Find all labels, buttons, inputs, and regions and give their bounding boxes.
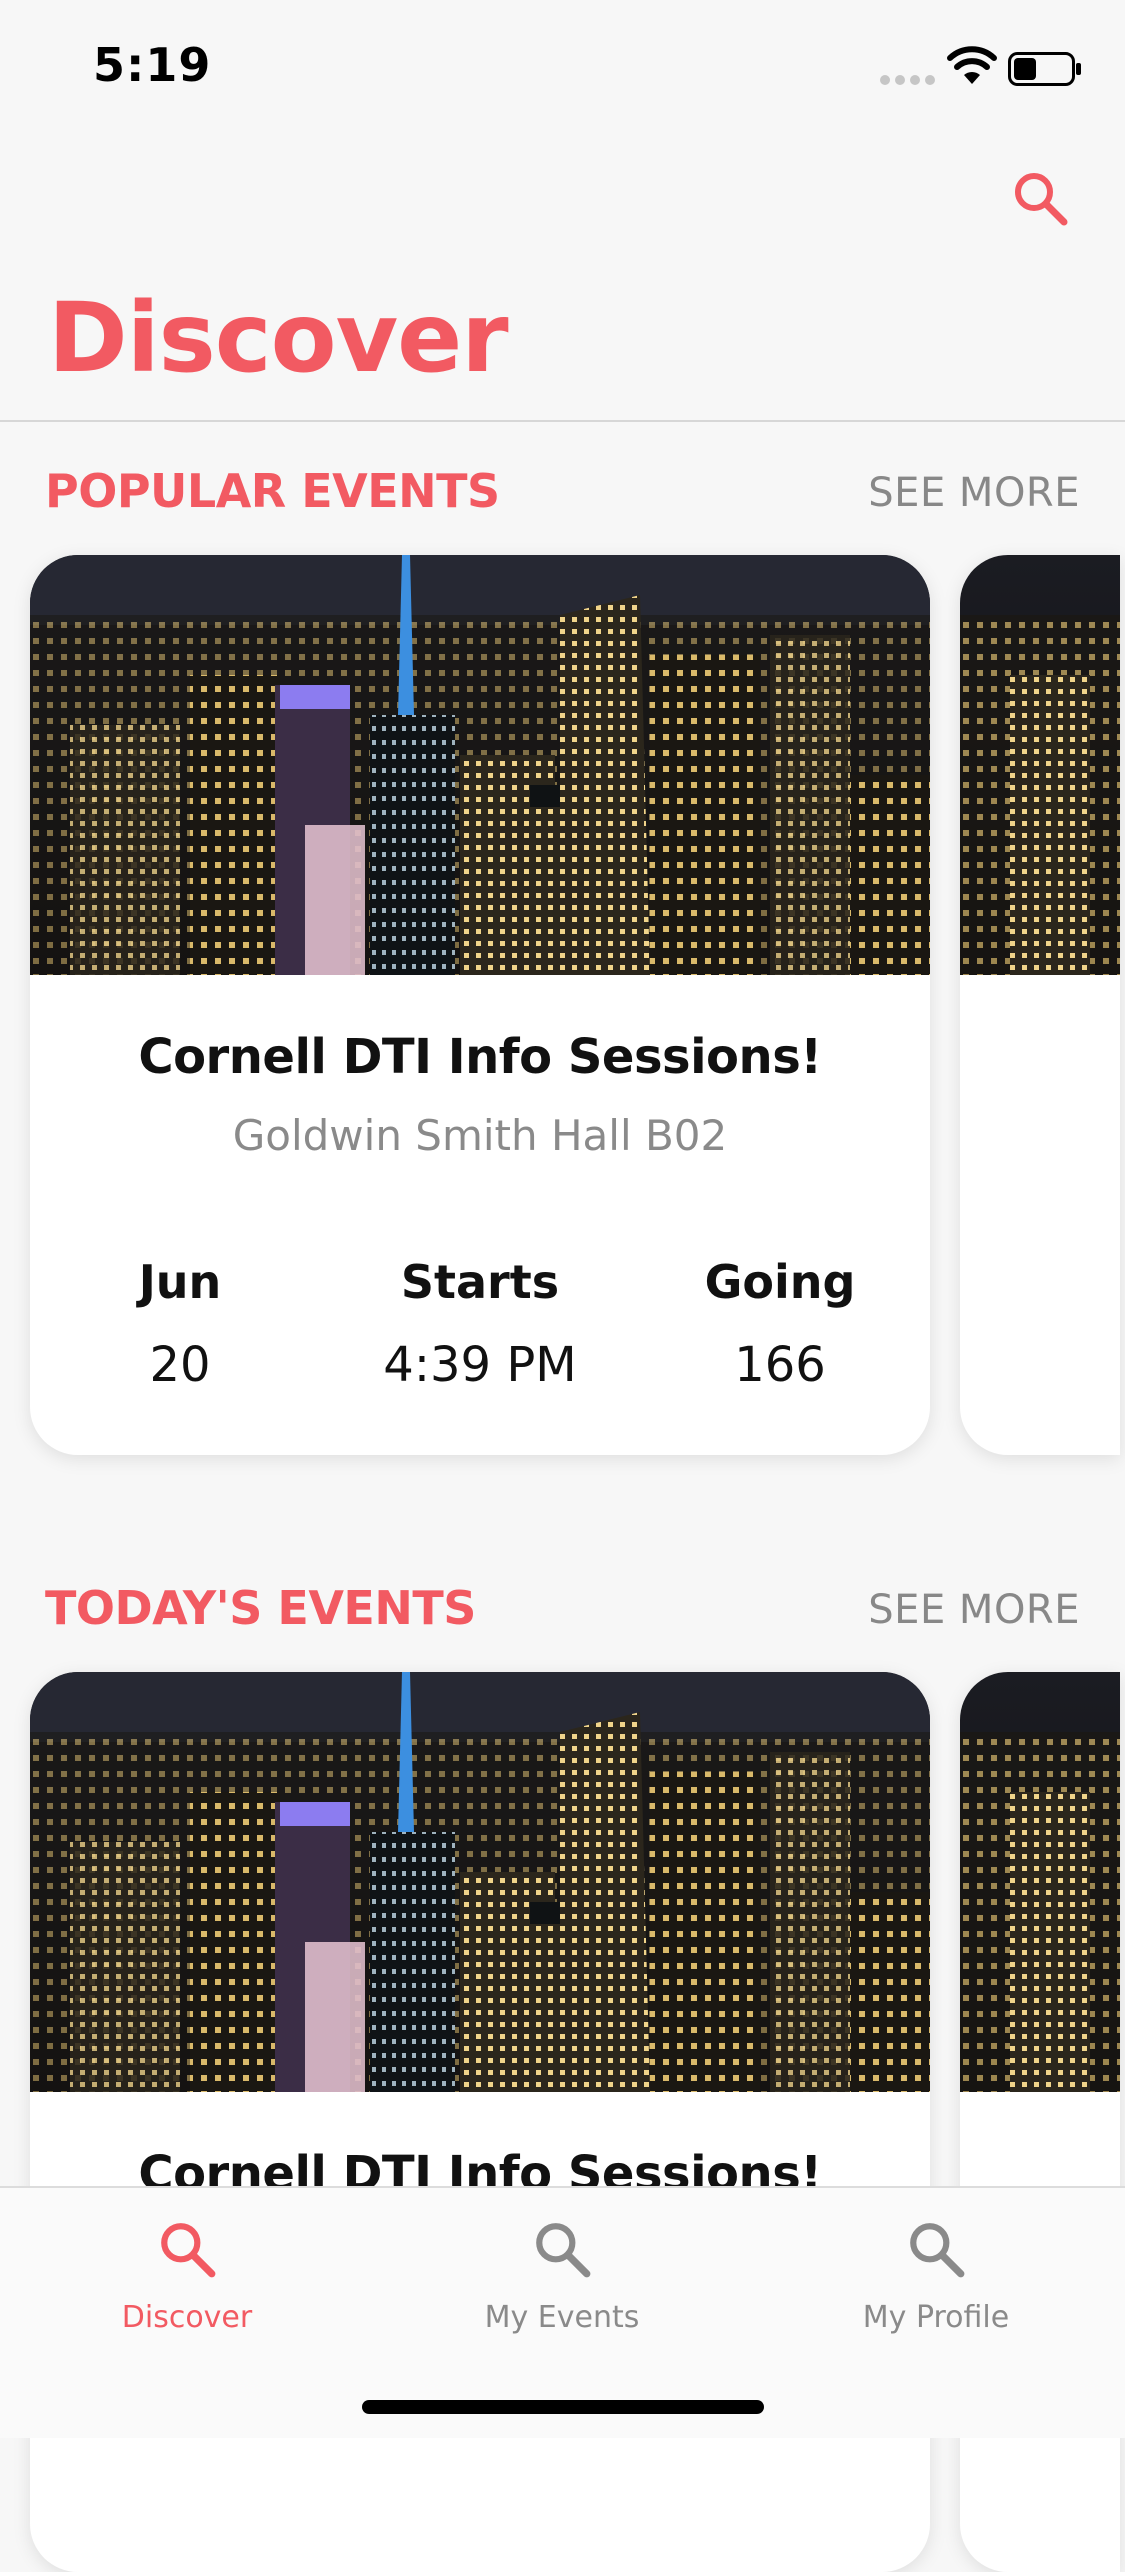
- todays-see-more-button[interactable]: SEE MORE: [868, 1587, 1080, 1633]
- event-going: Going 166: [630, 1255, 930, 1393]
- event-date: Jun 20: [30, 1255, 330, 1393]
- status-time: 5:19: [93, 38, 212, 92]
- page-title: Discover: [48, 282, 509, 394]
- event-stats: Jun 20 Starts 4:39 PM Going 166: [30, 1255, 930, 1393]
- tab-discover[interactable]: Discover: [57, 2218, 317, 2335]
- search-icon: [161, 2223, 216, 2278]
- event-start-time: 4:39 PM: [383, 1337, 577, 1393]
- todays-events-heading: TODAY'S EVENTS: [45, 1581, 476, 1635]
- event-card[interactable]: Cornell DTI Info Sessions! Goldwin Smith…: [30, 555, 930, 1455]
- search-icon[interactable]: [1010, 168, 1070, 228]
- tab-my-profile-label: My Profile: [862, 2300, 1010, 2335]
- event-going-count: 166: [734, 1337, 826, 1393]
- status-bar: 5:19: [0, 0, 1125, 135]
- wifi-icon: [947, 46, 997, 84]
- header-divider: [0, 420, 1125, 422]
- event-image: [30, 555, 930, 975]
- event-date-month: Jun: [138, 1255, 222, 1309]
- search-icon: [536, 2223, 591, 2278]
- search-icon: [910, 2223, 965, 2278]
- tab-my-events[interactable]: My Events: [432, 2218, 692, 2335]
- battery-icon: [1008, 52, 1081, 86]
- event-image: [960, 1672, 1120, 2092]
- tab-discover-label: Discover: [121, 2300, 253, 2335]
- event-image: [960, 555, 1120, 975]
- event-start-label: Starts: [400, 1255, 560, 1309]
- event-card-next[interactable]: [960, 555, 1120, 1455]
- cellular-signal-icon: [880, 75, 935, 85]
- tab-my-profile[interactable]: My Profile: [806, 2218, 1066, 2335]
- event-start: Starts 4:39 PM: [330, 1255, 630, 1393]
- event-location: Goldwin Smith Hall B02: [232, 1111, 728, 1160]
- tab-bar: Discover My Events My Profile: [0, 2186, 1125, 2438]
- home-indicator[interactable]: [362, 2400, 764, 2414]
- event-name: Cornell DTI Info Sessions!: [138, 1029, 822, 1085]
- event-going-label: Going: [704, 1255, 856, 1309]
- event-image: [30, 1672, 930, 2092]
- popular-see-more-button[interactable]: SEE MORE: [868, 470, 1080, 516]
- tab-my-events-label: My Events: [484, 2300, 640, 2335]
- popular-events-heading: POPULAR EVENTS: [45, 464, 500, 518]
- event-date-day: 20: [149, 1337, 211, 1393]
